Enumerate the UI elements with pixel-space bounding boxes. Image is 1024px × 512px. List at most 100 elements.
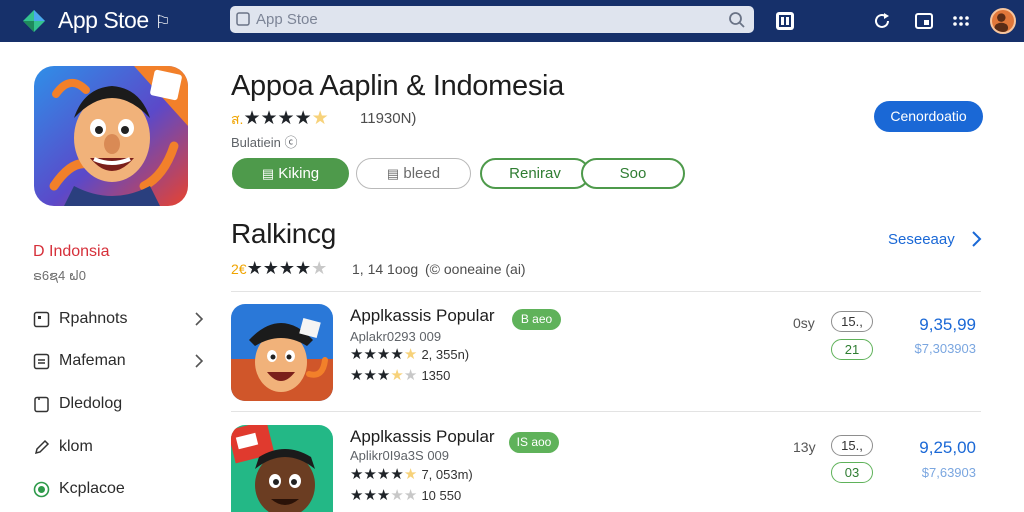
chevron-right-icon — [195, 354, 204, 368]
star-icon: ★ — [243, 108, 261, 129]
section-title: Ralkincg — [231, 218, 336, 249]
list-item-price: 9,25,00 — [919, 438, 976, 457]
sidebar-item-kcplacoe[interactable]: Kcplacoe — [33, 476, 213, 504]
star-icon: ★ — [294, 108, 312, 129]
country-label: D Indonsia — [33, 243, 110, 260]
list-item-title[interactable]: Applkassis Popular — [350, 427, 495, 447]
pill-bleed[interactable]: ▤ bleed — [356, 158, 471, 189]
section-rating-count: 1, 14 1oog — [352, 261, 419, 277]
chevron-right-icon[interactable] — [970, 230, 982, 248]
star-icon: ★ — [376, 487, 391, 504]
star-icon: ★ — [390, 346, 404, 363]
section-rating: 2€★★★★★ — [231, 258, 328, 278]
save-icon: ▤ — [261, 166, 275, 181]
list-item-subtitle: Aplakr0293 009 — [350, 329, 442, 344]
rating-count: 11930N) — [360, 110, 417, 127]
star-icon: ★ — [403, 487, 418, 504]
search-icon — [236, 12, 250, 26]
pill-kiking[interactable]: ▤ Kiking — [232, 158, 349, 189]
list-item-chip[interactable]: 15., — [831, 311, 873, 332]
list-item-old-price: $7,303903 — [914, 341, 976, 356]
search-bar[interactable] — [230, 6, 754, 33]
sidebar-item-rpahnots[interactable]: Rpahnots — [33, 306, 213, 334]
sidebar-item-label: Kcplacoe — [59, 480, 125, 497]
list-item-icon[interactable] — [231, 425, 333, 512]
star-icon: ★ — [350, 346, 364, 363]
square-icon — [33, 311, 50, 328]
list-item-title[interactable]: Applkassis Popular — [350, 306, 495, 326]
star-icon: ★ — [246, 258, 263, 278]
rating-stars: ส.★★★★★ — [231, 108, 329, 129]
sidebar-item-klom[interactable]: klom — [33, 434, 213, 462]
star-icon: ★ — [350, 466, 364, 483]
star-icon: ★ — [403, 367, 418, 384]
divider — [231, 411, 981, 412]
star-icon: ★ — [363, 466, 377, 483]
star-icon: ★ — [376, 346, 391, 363]
apps-grid-icon[interactable] — [950, 10, 972, 32]
star-icon: ★ — [278, 258, 295, 278]
logo-icon[interactable] — [22, 9, 46, 33]
magnifier-icon[interactable] — [728, 11, 746, 29]
avatar[interactable] — [990, 8, 1016, 34]
record-icon — [33, 481, 50, 498]
list-item-old-price: $7,63903 — [921, 465, 976, 480]
list-item-rating: ★★★★★ 2, 355n) — [350, 346, 470, 363]
app-subtitle: Bulatiein ⓒ — [231, 135, 298, 150]
star-icon: ★ — [390, 367, 404, 384]
sidebar-item-dledolog[interactable]: Dledolog — [33, 391, 213, 419]
save-icon: ▤ — [386, 166, 400, 181]
sidebar-item-label: Mafeman — [59, 352, 126, 369]
star-icon: ★ — [390, 466, 404, 483]
star-icon: ★ — [390, 487, 404, 504]
pill-renirav[interactable]: Renirav — [480, 158, 590, 189]
top-bar: App Stoe ⚐ — [0, 0, 1024, 42]
sidebar-item-mafeman[interactable]: Mafeman — [33, 348, 213, 376]
list-item-subtitle: Aplikr0I9a3S 009 — [350, 448, 450, 463]
see-all-link[interactable]: Seseeaay — [888, 231, 955, 248]
star-icon: ★ — [311, 108, 329, 129]
list-item-rating: ★★★★★ 7, 053m) — [350, 466, 473, 483]
refresh-icon[interactable] — [871, 10, 893, 32]
app-title[interactable]: App Stoe ⚐ — [58, 7, 171, 34]
list-item-icon[interactable] — [231, 304, 333, 401]
pill-soo[interactable]: Soo — [581, 158, 685, 189]
window-icon[interactable] — [913, 10, 935, 32]
primary-action-button[interactable]: Cenordoatio — [874, 101, 983, 132]
star-icon: ★ — [376, 367, 391, 384]
list-icon — [33, 353, 50, 370]
sidebar-item-label: Dledolog — [59, 395, 123, 412]
list-item-chip[interactable]: 15., — [831, 435, 873, 456]
pencil-icon — [34, 439, 50, 455]
divider — [231, 291, 981, 292]
search-input[interactable] — [256, 9, 726, 30]
star-icon: ★ — [363, 367, 377, 384]
country-subtext: ຣ6ຊ4 ຝ0 — [33, 268, 87, 283]
star-icon: ★ — [277, 108, 295, 129]
star-icon: ★ — [403, 346, 418, 363]
list-item-rating-secondary: ★★★★★ 1350 — [350, 367, 451, 384]
app-icon — [34, 66, 188, 206]
status-badge: B aeo — [512, 309, 561, 330]
sidebar-item-label: Rpahnots — [59, 310, 128, 327]
star-icon: ★ — [403, 466, 418, 483]
list-item-chip-green[interactable]: 03 — [831, 462, 873, 483]
star-icon: ★ — [260, 108, 278, 129]
store-icon[interactable] — [774, 10, 796, 32]
star-icon: ★ — [350, 367, 364, 384]
sidebar-item-label: klom — [59, 438, 93, 455]
star-icon: ★ — [376, 466, 391, 483]
list-item-chip-green[interactable]: 21 — [831, 339, 873, 360]
status-badge: IS aoo — [509, 432, 559, 453]
section-note: (© ooneaine (ai) — [425, 261, 526, 277]
list-item-rating-secondary: ★★★★★ 10 550 — [350, 487, 462, 504]
star-icon: ★ — [295, 258, 312, 278]
tablet-icon — [34, 396, 49, 413]
list-item-rank: 13y — [793, 439, 816, 455]
star-icon: ★ — [311, 258, 328, 278]
star-icon: ★ — [363, 487, 377, 504]
list-item-rank: 0sy — [793, 315, 815, 331]
chevron-right-icon — [195, 312, 204, 326]
list-item-price: 9,35,99 — [919, 315, 976, 334]
star-icon: ★ — [363, 346, 377, 363]
